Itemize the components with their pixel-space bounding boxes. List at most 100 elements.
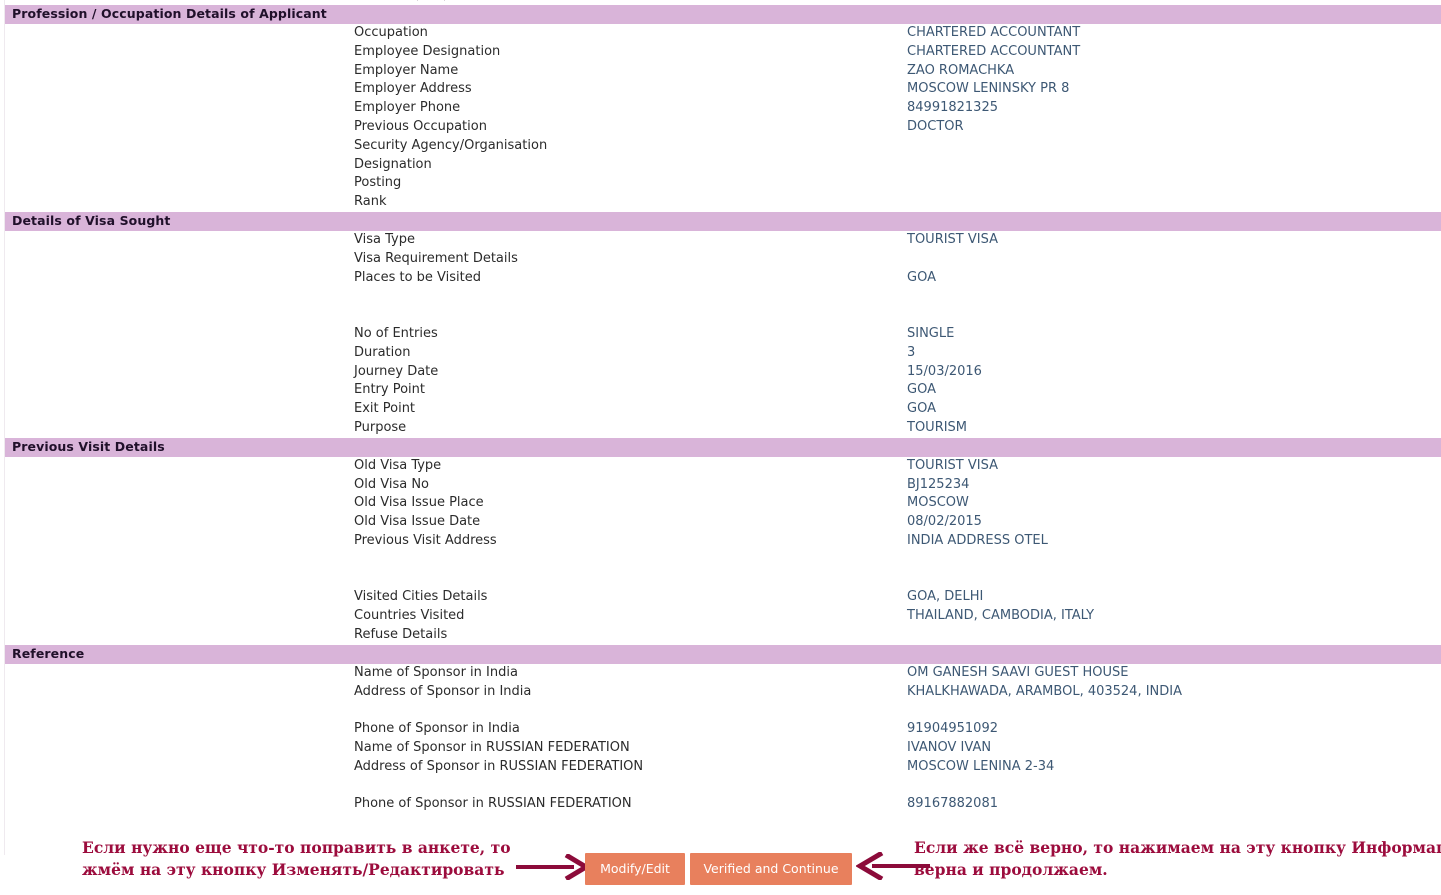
field-label: Employee Designation bbox=[354, 43, 501, 59]
field-label: Address of Sponsor in RUSSIAN FEDERATION bbox=[354, 758, 644, 774]
field-row: Purpose TOURISM bbox=[0, 419, 1441, 438]
field-value: 15/03/2016 bbox=[907, 363, 982, 379]
field-value: 3 bbox=[907, 344, 916, 360]
clipped-field-stub bbox=[417, 0, 445, 1]
annotation-verified-line1: Если же всё верно, то нажимаем на эту кн… bbox=[914, 838, 1441, 857]
field-value: 84991821325 bbox=[907, 100, 998, 116]
field-row: Name of Sponsor in RUSSIAN FEDERATION IVA… bbox=[0, 739, 1441, 758]
field-label: Visited Cities Details bbox=[354, 589, 488, 605]
field-value: INDIA ADDRESS OTEL bbox=[907, 532, 1048, 548]
field-label: Employer Address bbox=[354, 81, 472, 97]
field-label: Address of Sponsor in India bbox=[354, 683, 532, 699]
field-row: Old Visa Issue Place MOSCOW bbox=[0, 494, 1441, 513]
field-label: Name of Sponsor in RUSSIAN FEDERATION bbox=[354, 739, 630, 755]
field-row: Duration 3 bbox=[0, 344, 1441, 363]
field-row: Visited Cities Details GOA, DELHI bbox=[0, 588, 1441, 607]
field-label: Occupation bbox=[354, 25, 428, 40]
field-value: MOSCOW LENINSKY PR 8 bbox=[907, 81, 1070, 97]
field-row: Employer Name ZAO ROMACHKA bbox=[0, 62, 1441, 81]
field-value: MOSCOW LENINA 2-34 bbox=[907, 758, 1055, 774]
section-rows-previous-visit: Old Visa Type TOURIST VISA Old Visa No BJ12… bbox=[0, 457, 1441, 645]
field-value: TOURIST VISA bbox=[907, 457, 998, 473]
field-value: TOURISM bbox=[907, 419, 968, 435]
field-value: 08/02/2015 bbox=[907, 514, 982, 530]
field-label: Phone of Sponsor in India bbox=[354, 721, 520, 737]
field-row-spacer bbox=[0, 306, 1441, 325]
section-rows-visa-sought: Visa Type TOURIST VISA Visa Requirement De… bbox=[0, 231, 1441, 438]
field-label: Duration bbox=[354, 344, 411, 360]
field-row-spacer bbox=[0, 551, 1441, 570]
field-value: THAILAND, CAMBODIA, ITALY bbox=[907, 608, 1095, 624]
field-row: No of Entries SINGLE bbox=[0, 325, 1441, 344]
field-value: SINGLE bbox=[907, 325, 955, 341]
verified-and-continue-button[interactable]: Verified and Continue bbox=[690, 853, 852, 885]
field-label: Refuse Details bbox=[354, 626, 448, 642]
field-label: Old Visa Issue Place bbox=[354, 495, 484, 511]
field-row: Entry Point GOA bbox=[0, 381, 1441, 400]
field-label: Exit Point bbox=[354, 401, 416, 417]
section-rows-profession: Occupation CHARTERED ACCOUNTANT Employee D… bbox=[0, 24, 1441, 212]
field-label: Old Visa Type bbox=[354, 457, 442, 473]
section-profession: Profession / Occupation Details of Appli… bbox=[0, 5, 1441, 212]
field-value: CHARTERED ACCOUNTANT bbox=[907, 43, 1081, 59]
field-row: Countries Visited THAILAND, CAMBODIA, ITA… bbox=[0, 607, 1441, 626]
annotation-modify-note: Если нужно еще что-то поправить в анкете… bbox=[82, 837, 511, 881]
field-row: Exit Point GOA bbox=[0, 400, 1441, 419]
section-header-profession: Profession / Occupation Details of Appli… bbox=[4, 5, 1441, 24]
field-row: Places to be Visited GOA bbox=[0, 269, 1441, 288]
field-row: Refuse Details bbox=[0, 626, 1441, 645]
field-label: Visa Requirement Details bbox=[354, 250, 518, 266]
section-previous-visit: Previous Visit Details Old Visa Type TOURI… bbox=[0, 437, 1441, 645]
annotation-modify-line1: Если нужно еще что-то поправить в анкете… bbox=[82, 838, 511, 857]
field-row: Employee Designation CHARTERED ACCOUNTANT bbox=[0, 43, 1441, 62]
field-label: Posting bbox=[354, 175, 402, 191]
field-row: Phone of Sponsor in RUSSIAN FEDERATION 89… bbox=[0, 795, 1441, 814]
field-value: IVANOV IVAN bbox=[907, 739, 992, 755]
field-label: Rank bbox=[354, 194, 387, 210]
field-value: 89167882081 bbox=[907, 796, 998, 812]
modify-edit-button[interactable]: Modify/Edit bbox=[585, 853, 685, 885]
visa-verification-page: Profession / Occupation Details of Appli… bbox=[0, 0, 1441, 895]
field-value: OM GANESH SAAVI GUEST HOUSE bbox=[907, 664, 1129, 680]
field-value: ZAO ROMACHKA bbox=[907, 62, 1015, 78]
field-value: BJ125234 bbox=[907, 476, 970, 492]
field-value: CHARTERED ACCOUNTANT bbox=[907, 25, 1081, 40]
section-header-visa-sought: Details of Visa Sought bbox=[4, 211, 1441, 231]
field-row: Old Visa No BJ125234 bbox=[0, 476, 1441, 495]
field-row: Previous Visit Address INDIA ADDRESS OTEL bbox=[0, 532, 1441, 551]
field-label: Previous Visit Address bbox=[354, 532, 497, 548]
section-rows-reference: Name of Sponsor in India OM GANESH SAAVI … bbox=[0, 664, 1441, 814]
field-label: Employer Phone bbox=[354, 100, 461, 116]
field-row: Previous Occupation DOCTOR bbox=[0, 118, 1441, 137]
field-row: Posting bbox=[0, 174, 1441, 193]
field-row: Employer Address MOSCOW LENINSKY PR 8 bbox=[0, 80, 1441, 99]
section-header-previous-visit: Previous Visit Details bbox=[4, 437, 1441, 457]
annotation-verified-line2: верна и продолжаем. bbox=[914, 860, 1108, 879]
field-label: Designation bbox=[354, 156, 432, 172]
arrow-right-pointing-icon bbox=[516, 854, 590, 880]
field-value: TOURIST VISA bbox=[907, 231, 998, 247]
field-row: Old Visa Type TOURIST VISA bbox=[0, 457, 1441, 476]
left-vertical-rule bbox=[4, 0, 5, 855]
section-visa-sought: Details of Visa Sought Visa Type TOURIST V… bbox=[0, 211, 1441, 438]
field-label: Places to be Visited bbox=[354, 269, 481, 285]
field-row: Phone of Sponsor in India 91904951092 bbox=[0, 720, 1441, 739]
field-label: Journey Date bbox=[354, 363, 439, 379]
field-label: Employer Name bbox=[354, 62, 459, 78]
field-value: GOA bbox=[907, 269, 936, 285]
field-row: Old Visa Issue Date 08/02/2015 bbox=[0, 513, 1441, 532]
form-sections: Profession / Occupation Details of Appli… bbox=[0, 5, 1441, 814]
field-row-spacer bbox=[0, 776, 1441, 795]
field-row: Visa Requirement Details bbox=[0, 250, 1441, 269]
field-label: Security Agency/Organisation bbox=[354, 137, 548, 153]
field-row: Designation bbox=[0, 156, 1441, 175]
field-row: Address of Sponsor in RUSSIAN FEDERATION… bbox=[0, 758, 1441, 777]
field-value: GOA bbox=[907, 401, 936, 417]
field-label: Name of Sponsor in India bbox=[354, 664, 518, 680]
field-row: Rank bbox=[0, 193, 1441, 212]
section-reference: Reference Name of Sponsor in India OM GANE… bbox=[0, 644, 1441, 814]
field-label: Old Visa Issue Date bbox=[354, 514, 481, 530]
field-label: Countries Visited bbox=[354, 608, 465, 624]
field-value: GOA, DELHI bbox=[907, 589, 984, 605]
field-label: Entry Point bbox=[354, 382, 425, 398]
